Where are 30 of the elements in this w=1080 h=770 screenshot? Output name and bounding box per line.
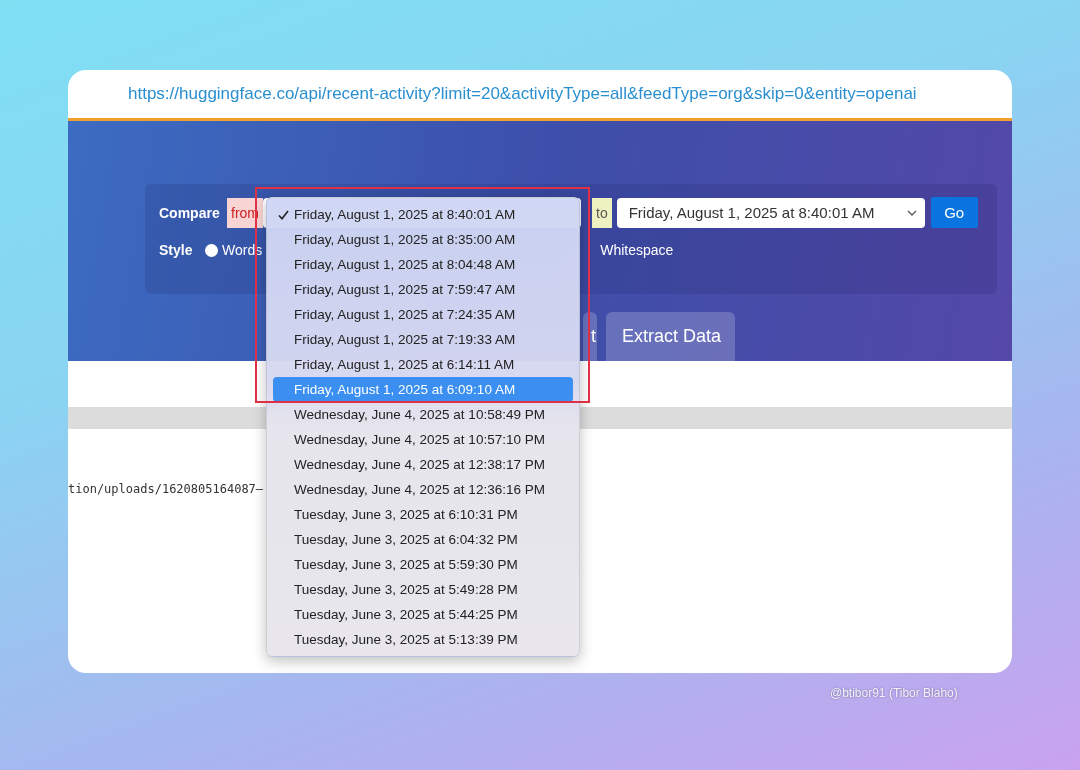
to-label: to — [592, 197, 612, 228]
dropdown-item[interactable]: Wednesday, June 4, 2025 at 12:38:17 PM — [273, 452, 573, 477]
radio-button[interactable] — [205, 243, 218, 257]
dropdown-item[interactable]: Tuesday, June 3, 2025 at 5:59:30 PM — [273, 552, 573, 577]
dropdown-item[interactable]: Wednesday, June 4, 2025 at 10:57:10 PM — [273, 427, 573, 452]
tab[interactable]: Extract Data — [606, 312, 735, 361]
dropdown-item[interactable]: Wednesday, June 4, 2025 at 10:58:49 PM — [273, 402, 573, 427]
tab[interactable]: t — [583, 312, 597, 361]
dropdown-item[interactable]: Tuesday, June 3, 2025 at 6:04:32 PM — [273, 527, 573, 552]
dropdown-item[interactable]: Tuesday, June 3, 2025 at 5:13:39 PM — [273, 627, 573, 652]
chevron-down-icon — [906, 209, 917, 216]
dropdown-item[interactable]: Friday, August 1, 2025 at 8:40:01 AM — [273, 202, 573, 227]
option-label: Whitespace — [600, 242, 674, 258]
dropdown-item[interactable]: Friday, August 1, 2025 at 8:04:48 AM — [273, 252, 573, 277]
dropdown-item[interactable]: Friday, August 1, 2025 at 7:19:33 AM — [273, 327, 573, 352]
dropdown-item[interactable]: Tuesday, June 3, 2025 at 5:49:28 PM — [273, 577, 573, 602]
dropdown-item[interactable]: Friday, August 1, 2025 at 6:14:11 AM — [273, 352, 573, 377]
dropdown-item[interactable]: Friday, August 1, 2025 at 7:24:35 AM — [273, 302, 573, 327]
code-text: tion/uploads/1620805164087– — [68, 482, 264, 496]
dropdown-item[interactable]: Friday, August 1, 2025 at 8:35:00 AM — [273, 227, 573, 252]
credit-text: @btibor91 (Tibor Blaho) — [830, 686, 958, 700]
dropdown-item[interactable]: Tuesday, June 3, 2025 at 5:44:25 PM — [273, 602, 573, 627]
dropdown-item[interactable]: Wednesday, June 4, 2025 at 12:36:16 PM — [273, 477, 573, 502]
url-text[interactable]: https://huggingface.co/api/recent-activity?limit=20&activityType=all&feedType=org&skip=0&entity=openai — [128, 84, 917, 104]
compare-label: Compare — [159, 204, 221, 221]
dropdown-item[interactable]: Tuesday, June 3, 2025 at 6:10:31 PM — [273, 502, 573, 527]
go-button[interactable]: Go — [930, 197, 978, 228]
dropdown-item[interactable]: Friday, August 1, 2025 at 7:59:47 AM — [273, 277, 573, 302]
style-label: Style — [159, 242, 194, 258]
to-select[interactable]: Friday, August 1, 2025 at 8:40:01 AM — [616, 197, 925, 228]
